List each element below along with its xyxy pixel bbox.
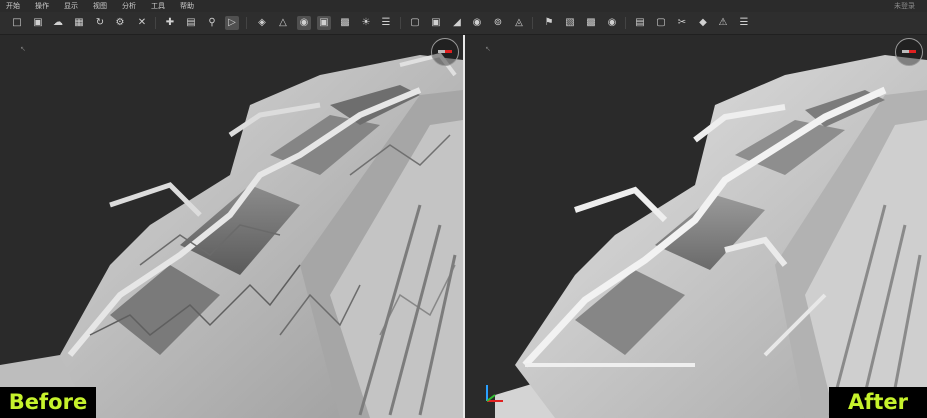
viewport-before[interactable]: ↖ Before	[0, 35, 463, 418]
sun-icon[interactable]: ☀	[359, 16, 373, 30]
compass-needle-icon	[902, 50, 916, 53]
building-model-after	[495, 55, 927, 418]
select-icon[interactable]: ▷	[225, 16, 239, 30]
close-icon[interactable]: ✕	[135, 16, 149, 30]
new-file-icon[interactable]: □	[10, 16, 24, 30]
login-status[interactable]: 未登录	[894, 1, 915, 11]
crop-icon[interactable]: ⊚	[491, 16, 505, 30]
flag-icon[interactable]: ⚑	[542, 16, 556, 30]
menu-bar: 开始 操作 显示 视图 分析 工具 帮助 未登录	[0, 0, 927, 12]
compass-widget[interactable]	[895, 38, 923, 66]
compass-needle-icon	[438, 50, 452, 53]
toolbar-separator	[155, 17, 156, 29]
move-icon[interactable]: ✚	[163, 16, 177, 30]
viewport-corner-marker: ↖	[20, 45, 26, 53]
refresh-icon[interactable]: ↻	[93, 16, 107, 30]
axis-gizmo-icon	[486, 385, 503, 402]
toolbar-separator	[625, 17, 626, 29]
menu-operate[interactable]: 操作	[35, 1, 49, 11]
toolbar: □ ▣ ☁ ▦ ↻ ⚙ ✕ ✚ ▤ ⚲ ▷ ◈ △ ◉ ▣ ▩ ☀ ☰ ▢ ▣ …	[0, 12, 927, 35]
snapshot-icon[interactable]: ◬	[512, 16, 526, 30]
resize-icon[interactable]: ◢	[450, 16, 464, 30]
film-icon[interactable]: ▤	[633, 16, 647, 30]
sliders-icon[interactable]: ☰	[379, 16, 393, 30]
menu-view[interactable]: 视图	[93, 1, 107, 11]
display-icon[interactable]: ▣	[317, 16, 331, 30]
menu-help[interactable]: 帮助	[180, 1, 194, 11]
screenshot-icon[interactable]: ▣	[429, 16, 443, 30]
viewport-corner-marker: ↖	[485, 45, 491, 53]
document-icon[interactable]: ▤	[184, 16, 198, 30]
display-mode-icon[interactable]: ▩	[338, 16, 352, 30]
texture-icon[interactable]: ▩	[584, 16, 598, 30]
toolbar-separator	[400, 17, 401, 29]
toolbar-separator	[246, 17, 247, 29]
pin-icon[interactable]: ◉	[605, 16, 619, 30]
search-icon[interactable]: ⚲	[205, 16, 219, 30]
cut-icon[interactable]: ✂	[675, 16, 689, 30]
cube-icon[interactable]: ◆	[696, 16, 710, 30]
image-icon[interactable]: ▢	[408, 16, 422, 30]
frame-icon[interactable]: ▢	[654, 16, 668, 30]
mesh-icon[interactable]: ◉	[297, 16, 311, 30]
toolbar-separator	[532, 17, 533, 29]
building-model-before	[0, 52, 463, 418]
compass-widget[interactable]	[431, 38, 459, 66]
menu-analyze[interactable]: 分析	[122, 1, 136, 11]
bars-icon[interactable]: ☰	[737, 16, 751, 30]
hatch-icon[interactable]: ▧	[563, 16, 577, 30]
layer-icon[interactable]: ◈	[255, 16, 269, 30]
settings-icon[interactable]: ⚙	[113, 16, 127, 30]
points-icon[interactable]: △	[276, 16, 290, 30]
save-icon[interactable]: ▦	[72, 16, 86, 30]
menu-start[interactable]: 开始	[6, 1, 20, 11]
open-folder-icon[interactable]: ▣	[31, 16, 45, 30]
cloud-icon[interactable]: ☁	[51, 16, 65, 30]
before-label: Before	[0, 387, 96, 418]
menu-tools[interactable]: 工具	[151, 1, 165, 11]
viewport-after[interactable]: ↖ After	[465, 35, 927, 418]
fill-icon[interactable]: ◉	[470, 16, 484, 30]
menu-display[interactable]: 显示	[64, 1, 78, 11]
after-label: After	[829, 387, 927, 418]
warning-icon[interactable]: ⚠	[716, 16, 730, 30]
